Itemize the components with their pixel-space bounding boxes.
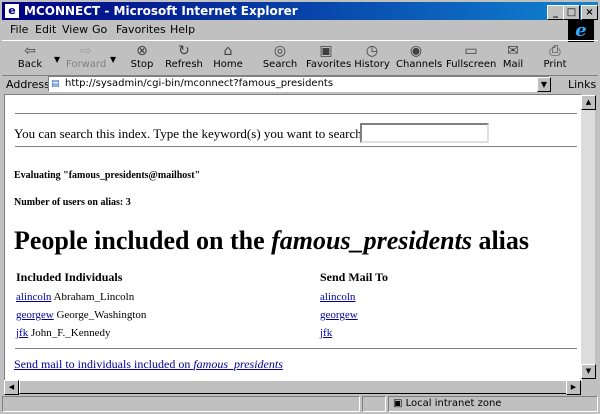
divider	[15, 113, 577, 115]
column-header-individuals: Included Individuals	[16, 270, 123, 284]
channels-button[interactable]: ◉ Channels	[396, 43, 442, 75]
stop-button[interactable]: ⊗ Stop	[122, 43, 162, 75]
person-name: George_Washington	[56, 309, 147, 321]
person-name: Abraham_Lincoln	[53, 291, 135, 303]
search-input[interactable]	[360, 123, 489, 143]
fullscreen-icon: ▭	[464, 43, 478, 59]
fullscreen-button[interactable]: ▭ Fullscreen	[446, 43, 496, 75]
evaluating-text: Evaluating "famous_presidents@mailhost"	[14, 170, 201, 181]
refresh-icon: ↻	[178, 43, 190, 59]
forward-button[interactable]: ⇨ Forward	[66, 43, 106, 75]
forward-arrow-icon: ⇨	[80, 43, 92, 59]
close-button[interactable]: ×	[581, 5, 598, 20]
send-mail-link[interactable]: jfk	[320, 327, 332, 339]
login-link[interactable]: alincoln	[16, 291, 51, 303]
back-button[interactable]: ⇦ Back	[10, 43, 50, 75]
ie-app-icon[interactable]: e	[5, 4, 19, 18]
send-mail-cell: jfk	[320, 327, 332, 339]
list-item: alincoln Abraham_Lincoln	[16, 291, 134, 303]
refresh-button[interactable]: ↻ Refresh	[164, 43, 204, 75]
status-bar: ▣ Local intranet zone	[2, 396, 598, 412]
history-button[interactable]: ◷ History	[352, 43, 392, 75]
channels-icon: ◉	[409, 43, 423, 59]
back-arrow-icon: ⇦	[24, 43, 36, 59]
login-link[interactable]: georgew	[16, 309, 54, 321]
maximize-button[interactable]: □	[563, 5, 580, 20]
list-item: jfk John_F._Kennedy	[16, 327, 110, 339]
menu-edit[interactable]: Edit	[35, 23, 56, 36]
heading-alias: famous_presidents	[271, 226, 472, 255]
search-prompt: You can search this index. Type the keyw…	[14, 126, 384, 141]
address-label: Address	[6, 78, 50, 91]
divider	[15, 146, 577, 148]
login-link[interactable]: jfk	[16, 327, 28, 339]
scroll-down-icon[interactable]: ▼	[581, 364, 596, 379]
favorites-button[interactable]: ▣ Favorites	[306, 43, 351, 75]
send-mail-cell: alincoln	[320, 291, 355, 303]
window-title: MCONNECT - Microsoft Internet Explorer	[24, 4, 298, 18]
vertical-scrollbar[interactable]: ▲ ▼	[581, 95, 596, 379]
send-all-link[interactable]: Send mail to individuals included on fam…	[14, 357, 283, 371]
menu-help[interactable]: Help	[170, 23, 195, 36]
stop-icon: ⊗	[136, 43, 148, 59]
zone-label: Local intranet zone	[405, 398, 502, 409]
intranet-zone-icon: ▣	[393, 398, 403, 409]
home-button[interactable]: ⌂ Home	[208, 43, 248, 75]
page-heading: People included on the famous_presidents…	[14, 226, 530, 255]
toolbar: ⇦ Back ▼ ⇨ Forward ▼ ⊗ Stop ↻ Refresh ⌂ …	[2, 40, 598, 76]
ie-logo-icon: e	[568, 20, 594, 42]
column-header-send-mail: Send Mail To	[320, 270, 389, 284]
mail-button[interactable]: ✉ Mail	[498, 43, 528, 75]
home-icon: ⌂	[223, 43, 233, 59]
address-bar: Address ▤ http://sysadmin/cgi-bin/mconne…	[2, 76, 598, 92]
menu-favorites[interactable]: Favorites	[116, 23, 166, 36]
send-mail-cell: georgew	[320, 309, 358, 321]
divider	[15, 348, 577, 350]
forward-dropdown-icon[interactable]: ▼	[110, 55, 116, 64]
list-item: georgew George_Washington	[16, 309, 146, 321]
minimize-button[interactable]: _	[547, 5, 564, 20]
send-mail-link[interactable]: alincoln	[320, 291, 355, 303]
menu-file[interactable]: File	[10, 23, 28, 36]
page-content: You can search this index. Type the keyw…	[4, 94, 582, 381]
mail-icon: ✉	[507, 43, 519, 59]
status-pane	[362, 396, 386, 412]
back-dropdown-icon[interactable]: ▼	[54, 55, 60, 64]
browser-window: e MCONNECT - Microsoft Internet Explorer…	[0, 0, 600, 414]
horizontal-scrollbar[interactable]: ◀ ▶	[4, 380, 581, 395]
address-dropdown-icon[interactable]: ▼	[537, 77, 551, 92]
scroll-left-icon[interactable]: ◀	[4, 380, 19, 395]
print-icon: ⎙	[549, 43, 561, 59]
menu-bar: File Edit View Go Favorites Help	[2, 22, 598, 38]
history-icon: ◷	[365, 43, 379, 59]
menu-go[interactable]: Go	[92, 23, 107, 36]
user-count: Number of users on alias: 3	[14, 197, 131, 208]
search-icon: ◎	[273, 43, 287, 59]
status-message	[2, 396, 360, 412]
favorites-icon: ▣	[319, 43, 333, 59]
links-button[interactable]: Links	[568, 78, 596, 91]
zone-pane: ▣ Local intranet zone	[388, 396, 598, 412]
search-button[interactable]: ◎ Search	[260, 43, 300, 75]
send-all-row: Send mail to individuals included on fam…	[14, 357, 283, 372]
scroll-up-icon[interactable]: ▲	[581, 95, 596, 110]
scroll-thumb[interactable]	[19, 380, 567, 394]
title-bar[interactable]: e MCONNECT - Microsoft Internet Explorer…	[2, 2, 598, 20]
menu-view[interactable]: View	[62, 23, 88, 36]
send-mail-link[interactable]: georgew	[320, 309, 358, 321]
print-button[interactable]: ⎙ Print	[538, 43, 572, 75]
person-name: John_F._Kennedy	[30, 327, 111, 339]
page-icon: ▤	[51, 79, 60, 89]
scroll-right-icon[interactable]: ▶	[566, 380, 581, 395]
address-url[interactable]: http://sysadmin/cgi-bin/mconnect?famous_…	[65, 77, 333, 91]
address-input[interactable]: ▤ http://sysadmin/cgi-bin/mconnect?famou…	[48, 76, 550, 92]
